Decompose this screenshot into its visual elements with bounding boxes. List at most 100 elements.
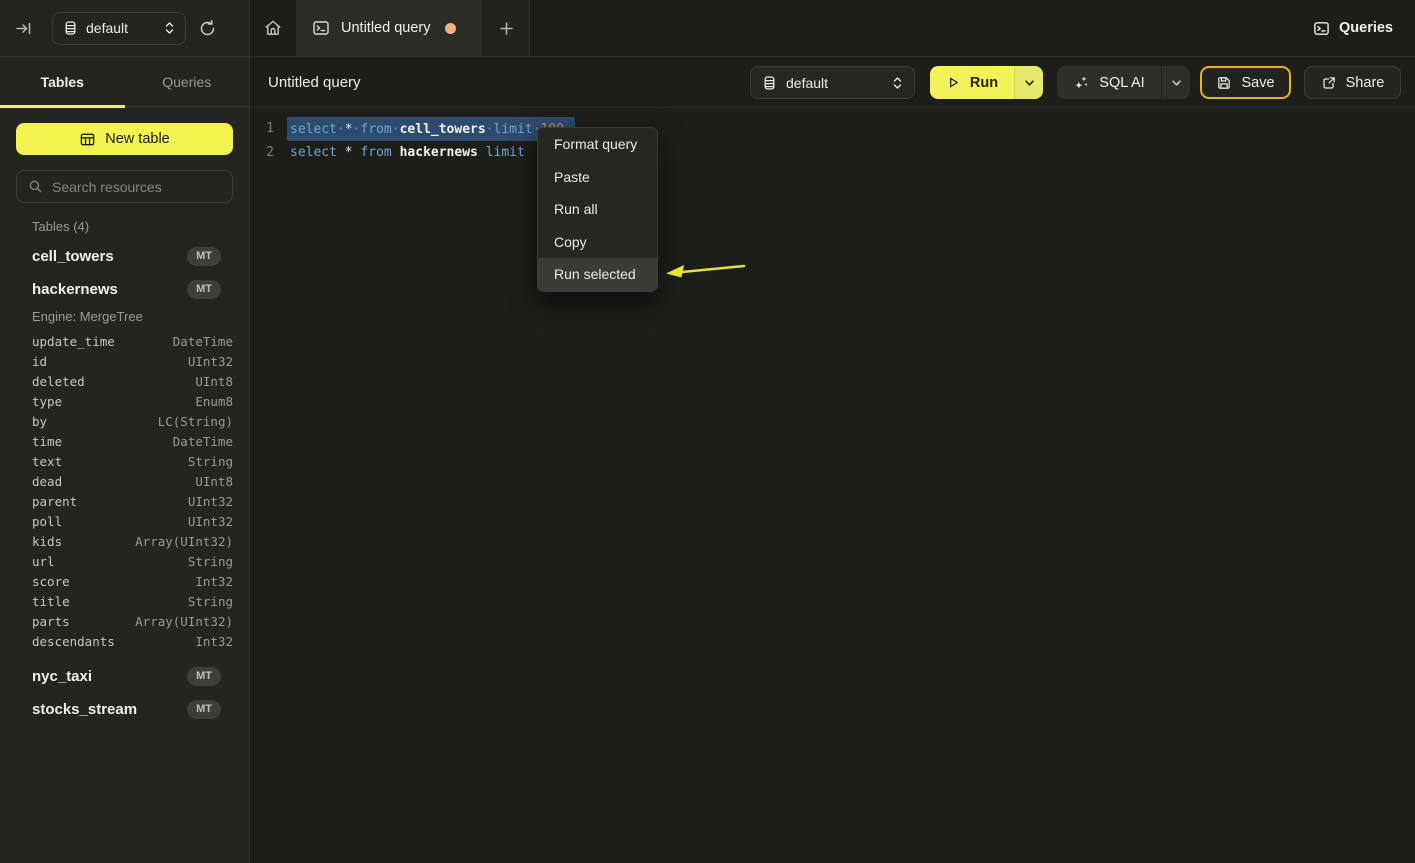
column-row-score: scoreInt32: [0, 571, 250, 591]
table-engine-label: Engine: MergeTree: [0, 306, 250, 331]
column-row-parent: parentUInt32: [0, 491, 250, 511]
table-list: cell_towersMThackernewsMTEngine: MergeTr…: [0, 240, 250, 726]
query-title: Untitled query: [268, 57, 361, 108]
queries-panel-button[interactable]: Queries: [1313, 13, 1393, 43]
sql-ai-button[interactable]: SQL AI: [1057, 66, 1162, 99]
column-name: poll: [32, 514, 188, 529]
engine-badge: MT: [187, 280, 221, 299]
column-row-poll: pollUInt32: [0, 511, 250, 531]
column-row-descendants: descendantsInt32: [0, 631, 250, 651]
query-database-value: default: [786, 75, 883, 91]
sql-editor[interactable]: 1 select·*·from·cell_towers·limit·100· 2 se…: [250, 108, 1415, 863]
run-options-button[interactable]: [1015, 66, 1043, 99]
tab-untitled-query[interactable]: Untitled query: [296, 0, 483, 56]
table-row-nyc_taxi[interactable]: nyc_taxiMT: [0, 660, 250, 693]
search-resources-input[interactable]: [52, 179, 221, 195]
sql-ai-options-button[interactable]: [1162, 66, 1190, 99]
new-table-label: New table: [105, 131, 169, 147]
database-icon: [762, 75, 777, 91]
column-row-title: titleString: [0, 591, 250, 611]
code-line-2[interactable]: 2 select * from hackernews limit: [250, 141, 1415, 165]
column-row-type: typeEnum8: [0, 391, 250, 411]
terminal-icon: [312, 19, 330, 37]
refresh-icon: [198, 19, 217, 38]
menu-item-run-all[interactable]: Run all: [538, 193, 657, 226]
menu-item-run-selected[interactable]: Run selected: [538, 258, 657, 291]
column-type: Array(UInt32): [135, 534, 233, 549]
column-type: Int32: [195, 574, 233, 589]
queries-button-label: Queries: [1339, 20, 1393, 36]
menu-item-format-query[interactable]: Format query: [538, 128, 657, 161]
column-row-parts: partsArray(UInt32): [0, 611, 250, 631]
chevron-updown-icon: [164, 21, 175, 35]
topbar-database-selector[interactable]: default: [52, 12, 186, 45]
sidebar-tab-queries[interactable]: Queries: [125, 57, 250, 106]
column-name: by: [32, 414, 158, 429]
column-row-text: textString: [0, 451, 250, 471]
column-name: title: [32, 594, 188, 609]
chevron-updown-icon: [892, 76, 903, 90]
run-button-group: Run: [930, 66, 1043, 99]
collapse-sidebar-button[interactable]: [8, 13, 38, 43]
code-text: select·*·from·cell_towers·limit·100·: [287, 117, 575, 141]
search-icon: [28, 179, 43, 194]
sparkles-icon: [1073, 74, 1090, 91]
run-button[interactable]: Run: [930, 66, 1015, 99]
column-type: UInt8: [195, 474, 233, 489]
column-row-url: urlString: [0, 551, 250, 571]
column-name: update_time: [32, 334, 173, 349]
line-number: 1: [250, 117, 274, 141]
engine-badge: MT: [187, 667, 221, 686]
share-label: Share: [1346, 75, 1385, 91]
column-type: DateTime: [173, 434, 233, 449]
share-button[interactable]: Share: [1304, 66, 1401, 99]
new-table-button[interactable]: New table: [16, 123, 233, 155]
refresh-button[interactable]: [192, 13, 222, 43]
menu-item-copy[interactable]: Copy: [538, 226, 657, 259]
query-database-selector[interactable]: default: [750, 66, 915, 99]
line-number: 2: [250, 141, 274, 165]
column-type: String: [188, 594, 233, 609]
column-name: parts: [32, 614, 135, 629]
table-row-hackernews[interactable]: hackernewsMT: [0, 273, 250, 306]
column-type: String: [188, 554, 233, 569]
sidebar-tabs: Tables Queries: [0, 57, 249, 107]
table-row-cell_towers[interactable]: cell_towersMT: [0, 240, 250, 273]
column-type: String: [188, 454, 233, 469]
tables-section-label: Tables (4): [32, 219, 89, 234]
column-type: DateTime: [173, 334, 233, 349]
sidebar-tab-tables[interactable]: Tables: [0, 57, 125, 106]
play-icon: [946, 75, 961, 90]
column-row-by: byLC(String): [0, 411, 250, 431]
column-row-update_time: update_timeDateTime: [0, 331, 250, 351]
terminal-icon: [1313, 20, 1330, 37]
code-line-1[interactable]: 1 select·*·from·cell_towers·limit·100·: [250, 117, 1415, 141]
run-label: Run: [970, 75, 998, 91]
engine-badge: MT: [187, 700, 221, 719]
column-name: type: [32, 394, 195, 409]
column-type: Array(UInt32): [135, 614, 233, 629]
list-spacer: [0, 651, 250, 660]
table-name: stocks_stream: [32, 701, 187, 718]
share-icon: [1321, 75, 1337, 91]
engine-badge: MT: [187, 247, 221, 266]
menu-item-paste[interactable]: Paste: [538, 161, 657, 194]
column-name: score: [32, 574, 195, 589]
table-row-stocks_stream[interactable]: stocks_streamMT: [0, 693, 250, 726]
column-name: id: [32, 354, 188, 369]
column-name: kids: [32, 534, 135, 549]
tab-label: Untitled query: [341, 20, 430, 36]
chevron-down-icon: [1024, 79, 1035, 87]
home-button[interactable]: [250, 0, 296, 56]
column-name: descendants: [32, 634, 195, 649]
editor-context-menu: Format queryPasteRun allCopyRun selected: [537, 127, 658, 292]
search-resources-box: [16, 170, 233, 203]
database-icon: [63, 20, 78, 36]
code-text: select * from hackernews limit: [290, 141, 533, 165]
column-name: text: [32, 454, 188, 469]
save-button[interactable]: Save: [1200, 66, 1291, 99]
new-tab-button[interactable]: [483, 0, 530, 56]
column-row-id: idUInt32: [0, 351, 250, 371]
column-row-deleted: deletedUInt8: [0, 371, 250, 391]
column-name: url: [32, 554, 188, 569]
